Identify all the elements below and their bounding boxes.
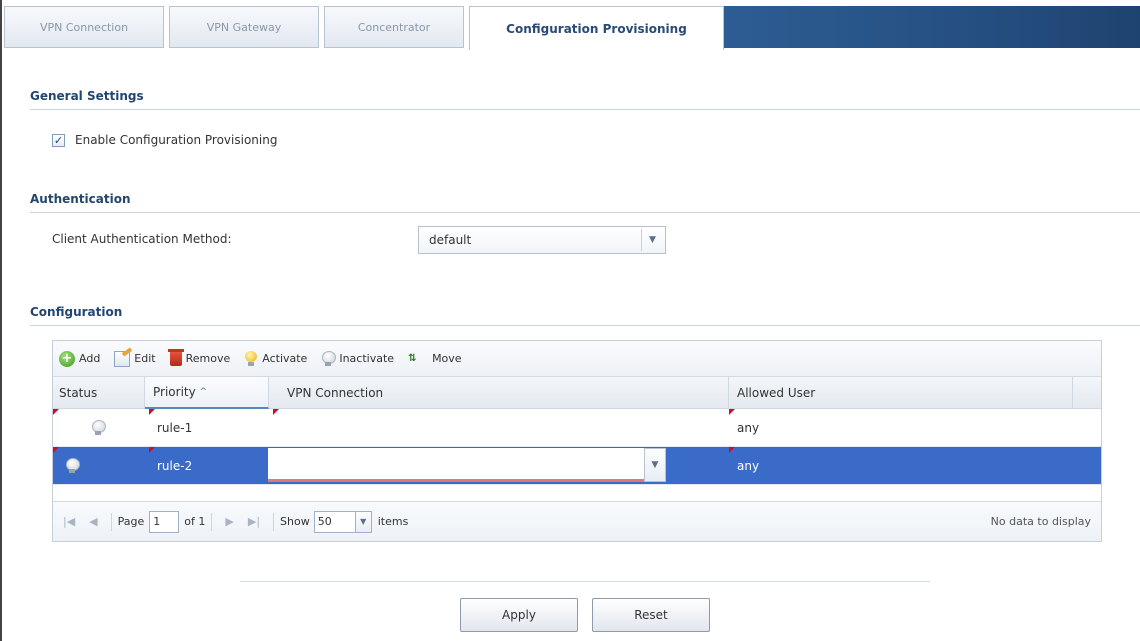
modified-marker: [53, 447, 59, 453]
activate-button[interactable]: Activate: [244, 350, 308, 367]
move-label: Move: [432, 352, 462, 365]
column-header-status[interactable]: Status: [53, 377, 145, 409]
page-label: Page: [117, 515, 145, 528]
table-row-selected[interactable]: rule-2 ▼ any: [53, 447, 1101, 485]
tab-label: Concentrator: [357, 20, 431, 34]
divider: [211, 512, 213, 531]
lightbulb-off-icon: [65, 458, 80, 474]
status-cell: [91, 409, 106, 447]
show-label: Show: [280, 515, 310, 528]
section-title: Authentication: [30, 192, 1140, 213]
page-size-select[interactable]: 50: [313, 510, 356, 533]
column-header-allowed-user[interactable]: Allowed User: [729, 377, 1073, 409]
add-icon: +: [59, 350, 75, 367]
modified-marker: [149, 447, 155, 453]
tab-vpn-connection[interactable]: VPN Connection: [4, 6, 164, 48]
edit-button[interactable]: Edit: [114, 350, 156, 367]
priority-cell: rule-2: [157, 459, 193, 473]
select-value: default: [429, 233, 472, 247]
grid-header: Status Priority ^ VPN Connection Allowed…: [53, 377, 1101, 409]
enable-provisioning-checkbox[interactable]: ✓: [52, 133, 65, 147]
first-page-icon[interactable]: |◀: [63, 515, 75, 528]
page-input[interactable]: 1: [149, 510, 180, 533]
grid-toolbar: + Add Edit Remove Activate Inactivate ⇅ Mo…: [53, 341, 1101, 377]
tab-bar: VPN Connection VPN Gateway Concentrator …: [4, 6, 1140, 50]
inactivate-label: Inactivate: [339, 352, 395, 365]
divider: [240, 581, 930, 582]
column-label: Priority: [153, 385, 196, 399]
enable-provisioning-row: ✓ Enable Configuration Provisioning: [52, 133, 277, 147]
chevron-down-icon[interactable]: ▼: [641, 229, 663, 251]
modified-marker: [729, 409, 735, 415]
grid-pager: |◀ ◀ Page 1 of 1 ▶ ▶| Show 50 ▼ items No…: [53, 501, 1101, 541]
remove-label: Remove: [185, 352, 231, 365]
previous-page-icon[interactable]: ◀: [89, 515, 97, 528]
move-button[interactable]: ⇅ Move: [408, 352, 462, 366]
edit-label: Edit: [134, 352, 156, 365]
modified-marker: [53, 409, 59, 415]
items-label: items: [377, 515, 409, 528]
modified-marker: [729, 447, 735, 453]
reset-button[interactable]: Reset: [592, 598, 710, 632]
inactivate-button[interactable]: Inactivate: [321, 350, 395, 367]
client-auth-method-select[interactable]: default ▼: [418, 226, 666, 254]
tab-bar-filler: [724, 6, 1140, 48]
column-header-vpn-connection[interactable]: VPN Connection: [269, 377, 729, 409]
vpn-connection-editor[interactable]: [268, 448, 644, 482]
tab-concentrator[interactable]: Concentrator: [324, 6, 464, 48]
chevron-down-icon[interactable]: ▼: [355, 510, 372, 533]
chevron-down-icon[interactable]: ▼: [644, 448, 666, 482]
remove-button[interactable]: Remove: [167, 349, 231, 366]
authentication-section: Authentication: [30, 192, 1140, 213]
tab-label: VPN Gateway: [206, 20, 282, 34]
lightbulb-on-icon: [244, 350, 258, 367]
move-icon: ⇅: [408, 352, 417, 364]
enable-provisioning-label: Enable Configuration Provisioning: [75, 133, 278, 147]
activate-label: Activate: [262, 352, 308, 365]
page-count-label: of 1: [184, 515, 206, 528]
apply-button[interactable]: Apply: [460, 598, 578, 632]
column-label: Status: [59, 386, 98, 400]
tab-vpn-gateway[interactable]: VPN Gateway: [169, 6, 319, 48]
table-row[interactable]: rule-1 any: [53, 409, 1101, 447]
pager-status: No data to display: [990, 515, 1091, 528]
configuration-section: Configuration: [30, 305, 1140, 326]
general-settings-section: General Settings: [30, 89, 1140, 110]
trash-icon: [167, 349, 184, 366]
section-title: Configuration: [30, 305, 1140, 326]
column-header-priority[interactable]: Priority ^: [145, 377, 269, 409]
sort-ascending-icon: ^: [199, 387, 208, 397]
last-page-icon[interactable]: ▶|: [248, 515, 260, 528]
allowed-user-cell: any: [737, 459, 760, 473]
add-label: Add: [79, 352, 101, 365]
client-auth-method-label: Client Authentication Method:: [52, 232, 232, 246]
next-page-icon[interactable]: ▶: [225, 515, 233, 528]
status-cell: [65, 447, 80, 485]
lightbulb-off-icon: [321, 350, 337, 367]
modified-marker: [273, 409, 279, 415]
divider: [273, 512, 275, 531]
tab-label: Configuration Provisioning: [506, 21, 687, 36]
lightbulb-off-icon: [91, 420, 106, 436]
tab-label: VPN Connection: [39, 20, 129, 34]
add-button[interactable]: + Add: [59, 350, 101, 367]
column-label: Allowed User: [737, 386, 816, 400]
modified-marker: [149, 409, 155, 415]
section-title: General Settings: [30, 89, 1140, 110]
priority-cell: rule-1: [157, 421, 193, 435]
column-label: VPN Connection: [287, 386, 384, 400]
allowed-user-cell: any: [737, 421, 760, 435]
configuration-grid: + Add Edit Remove Activate Inactivate ⇅ Mo…: [52, 340, 1102, 542]
edit-icon: [114, 350, 131, 367]
tab-configuration-provisioning[interactable]: Configuration Provisioning: [469, 6, 724, 50]
divider: [110, 512, 112, 531]
